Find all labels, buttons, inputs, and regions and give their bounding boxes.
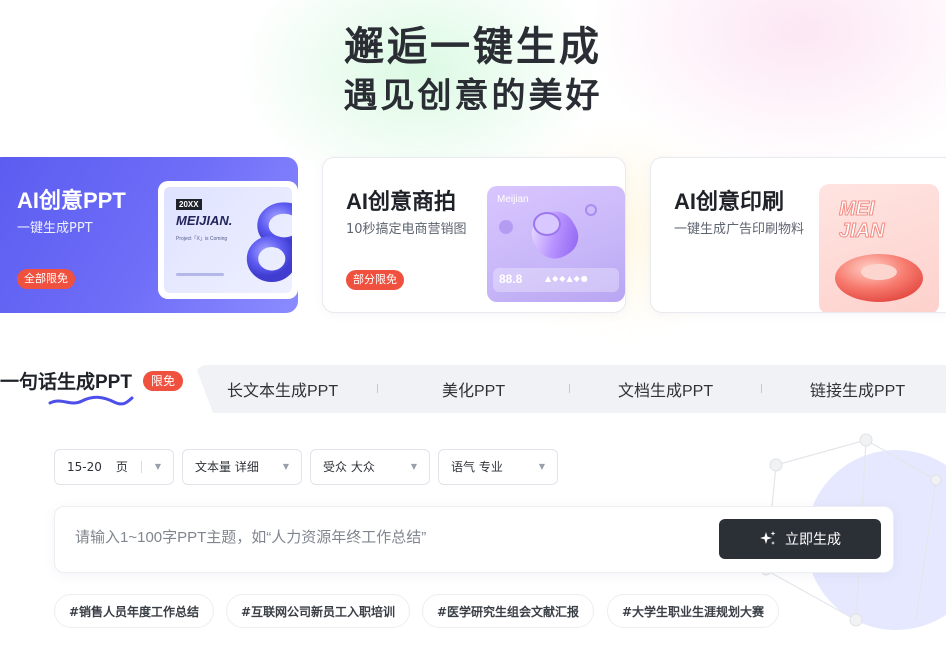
topic-input[interactable] — [75, 529, 675, 546]
chevron-down-icon: ▼ — [154, 462, 161, 471]
hero-title-line1: 邂逅一键生成 — [344, 23, 602, 70]
card-preview-image: MEI JIAN — [819, 184, 939, 312]
tab-document-ppt[interactable]: 文档生成PPT — [618, 377, 713, 401]
card-badge: 全部限免 — [17, 269, 75, 289]
chevron-down-icon: ▼ — [410, 462, 417, 471]
product-3d-icon — [531, 211, 579, 259]
hero-title-line2: 遇见创意的美好 — [343, 76, 603, 116]
chevron-down-icon: ▼ — [538, 462, 545, 471]
generation-mode-tabs: 一句话生成PPT 限免 长文本生成PPT 美化PPT 文档生成PPT 链接生成P… — [0, 365, 946, 413]
tab-beautify-ppt[interactable]: 美化PPT — [442, 377, 505, 401]
card-title: AI创意印刷 — [674, 189, 785, 214]
preview-text: MEI JIAN — [839, 198, 886, 243]
select-label: 文本量 — [195, 460, 232, 474]
donut-3d-icon — [835, 254, 923, 302]
tone-select[interactable]: 语气 专业 ▼ — [438, 449, 558, 485]
sparkle-icon — [760, 531, 776, 545]
tab-badge: 限免 — [143, 371, 184, 391]
generate-button[interactable]: 立即生成 — [719, 519, 881, 559]
select-value: 专业 — [478, 460, 503, 474]
select-value: 大众 — [350, 460, 375, 474]
tab-one-sentence-ppt[interactable]: 一句话生成PPT — [0, 367, 134, 406]
card-title: AI创意PPT — [17, 188, 126, 213]
card-preview-image: 20XX MEIJIAN. Project「X」is Coming — [158, 181, 298, 299]
select-value: 详细 — [234, 460, 259, 474]
preview-brand: MEIJIAN. — [176, 213, 233, 228]
chevron-down-icon: ▼ — [282, 462, 289, 471]
select-unit: 页 — [115, 460, 128, 474]
generate-button-label: 立即生成 — [785, 531, 841, 547]
tab-link-ppt[interactable]: 链接生成PPT — [810, 377, 905, 401]
tab-label: 一句话生成PPT — [0, 372, 132, 393]
preview-price: 88.8 — [499, 272, 523, 286]
preview-caption: Project「X」is Coming — [176, 236, 228, 242]
card-preview-image: Meijian 88.8 ▲◆◆▲◆● — [487, 186, 625, 302]
preview-year: 20XX — [176, 199, 202, 210]
tab-long-text-ppt[interactable]: 长文本生成PPT — [227, 377, 338, 401]
card-subtitle: 10秒搞定电商营销图 — [346, 222, 467, 237]
card-ai-print[interactable]: AI创意印刷 一键生成广告印刷物料 MEI JIAN — [650, 157, 946, 313]
prompt-box: 立即生成 — [54, 506, 894, 573]
card-ai-ppt[interactable]: AI创意PPT 一键生成PPT 全部限免 20XX MEIJIAN. Proje… — [0, 157, 298, 313]
page-count-select[interactable]: 15-20 页 ▼ — [54, 449, 174, 485]
select-label: 受众 — [323, 460, 348, 474]
hashtag-suggestion[interactable]: #大学生职业生涯规划大赛 — [607, 594, 780, 628]
card-subtitle: 一键生成PPT — [17, 221, 93, 236]
hashtag-suggestion[interactable]: #互联网公司新员工入职培训 — [226, 594, 411, 628]
card-subtitle: 一键生成广告印刷物料 — [674, 222, 805, 237]
hashtag-suggestion[interactable]: #销售人员年度工作总结 — [54, 594, 215, 628]
hashtag-suggestion[interactable]: #医学研究生组会文献汇报 — [422, 594, 595, 628]
card-badge: 部分限免 — [346, 270, 404, 290]
card-ai-product-photo[interactable]: AI创意商拍 10秒搞定电商营销图 部分限免 Meijian 88.8 ▲◆◆▲… — [322, 157, 626, 313]
card-title: AI创意商拍 — [346, 189, 457, 214]
select-label: 语气 — [451, 460, 476, 474]
chain-3d-icon — [246, 202, 292, 282]
text-amount-select[interactable]: 文本量 详细 ▼ — [182, 449, 302, 485]
active-tab-underline — [48, 395, 134, 406]
audience-select[interactable]: 受众 大众 ▼ — [310, 449, 430, 485]
select-value: 15-20 — [67, 460, 102, 474]
